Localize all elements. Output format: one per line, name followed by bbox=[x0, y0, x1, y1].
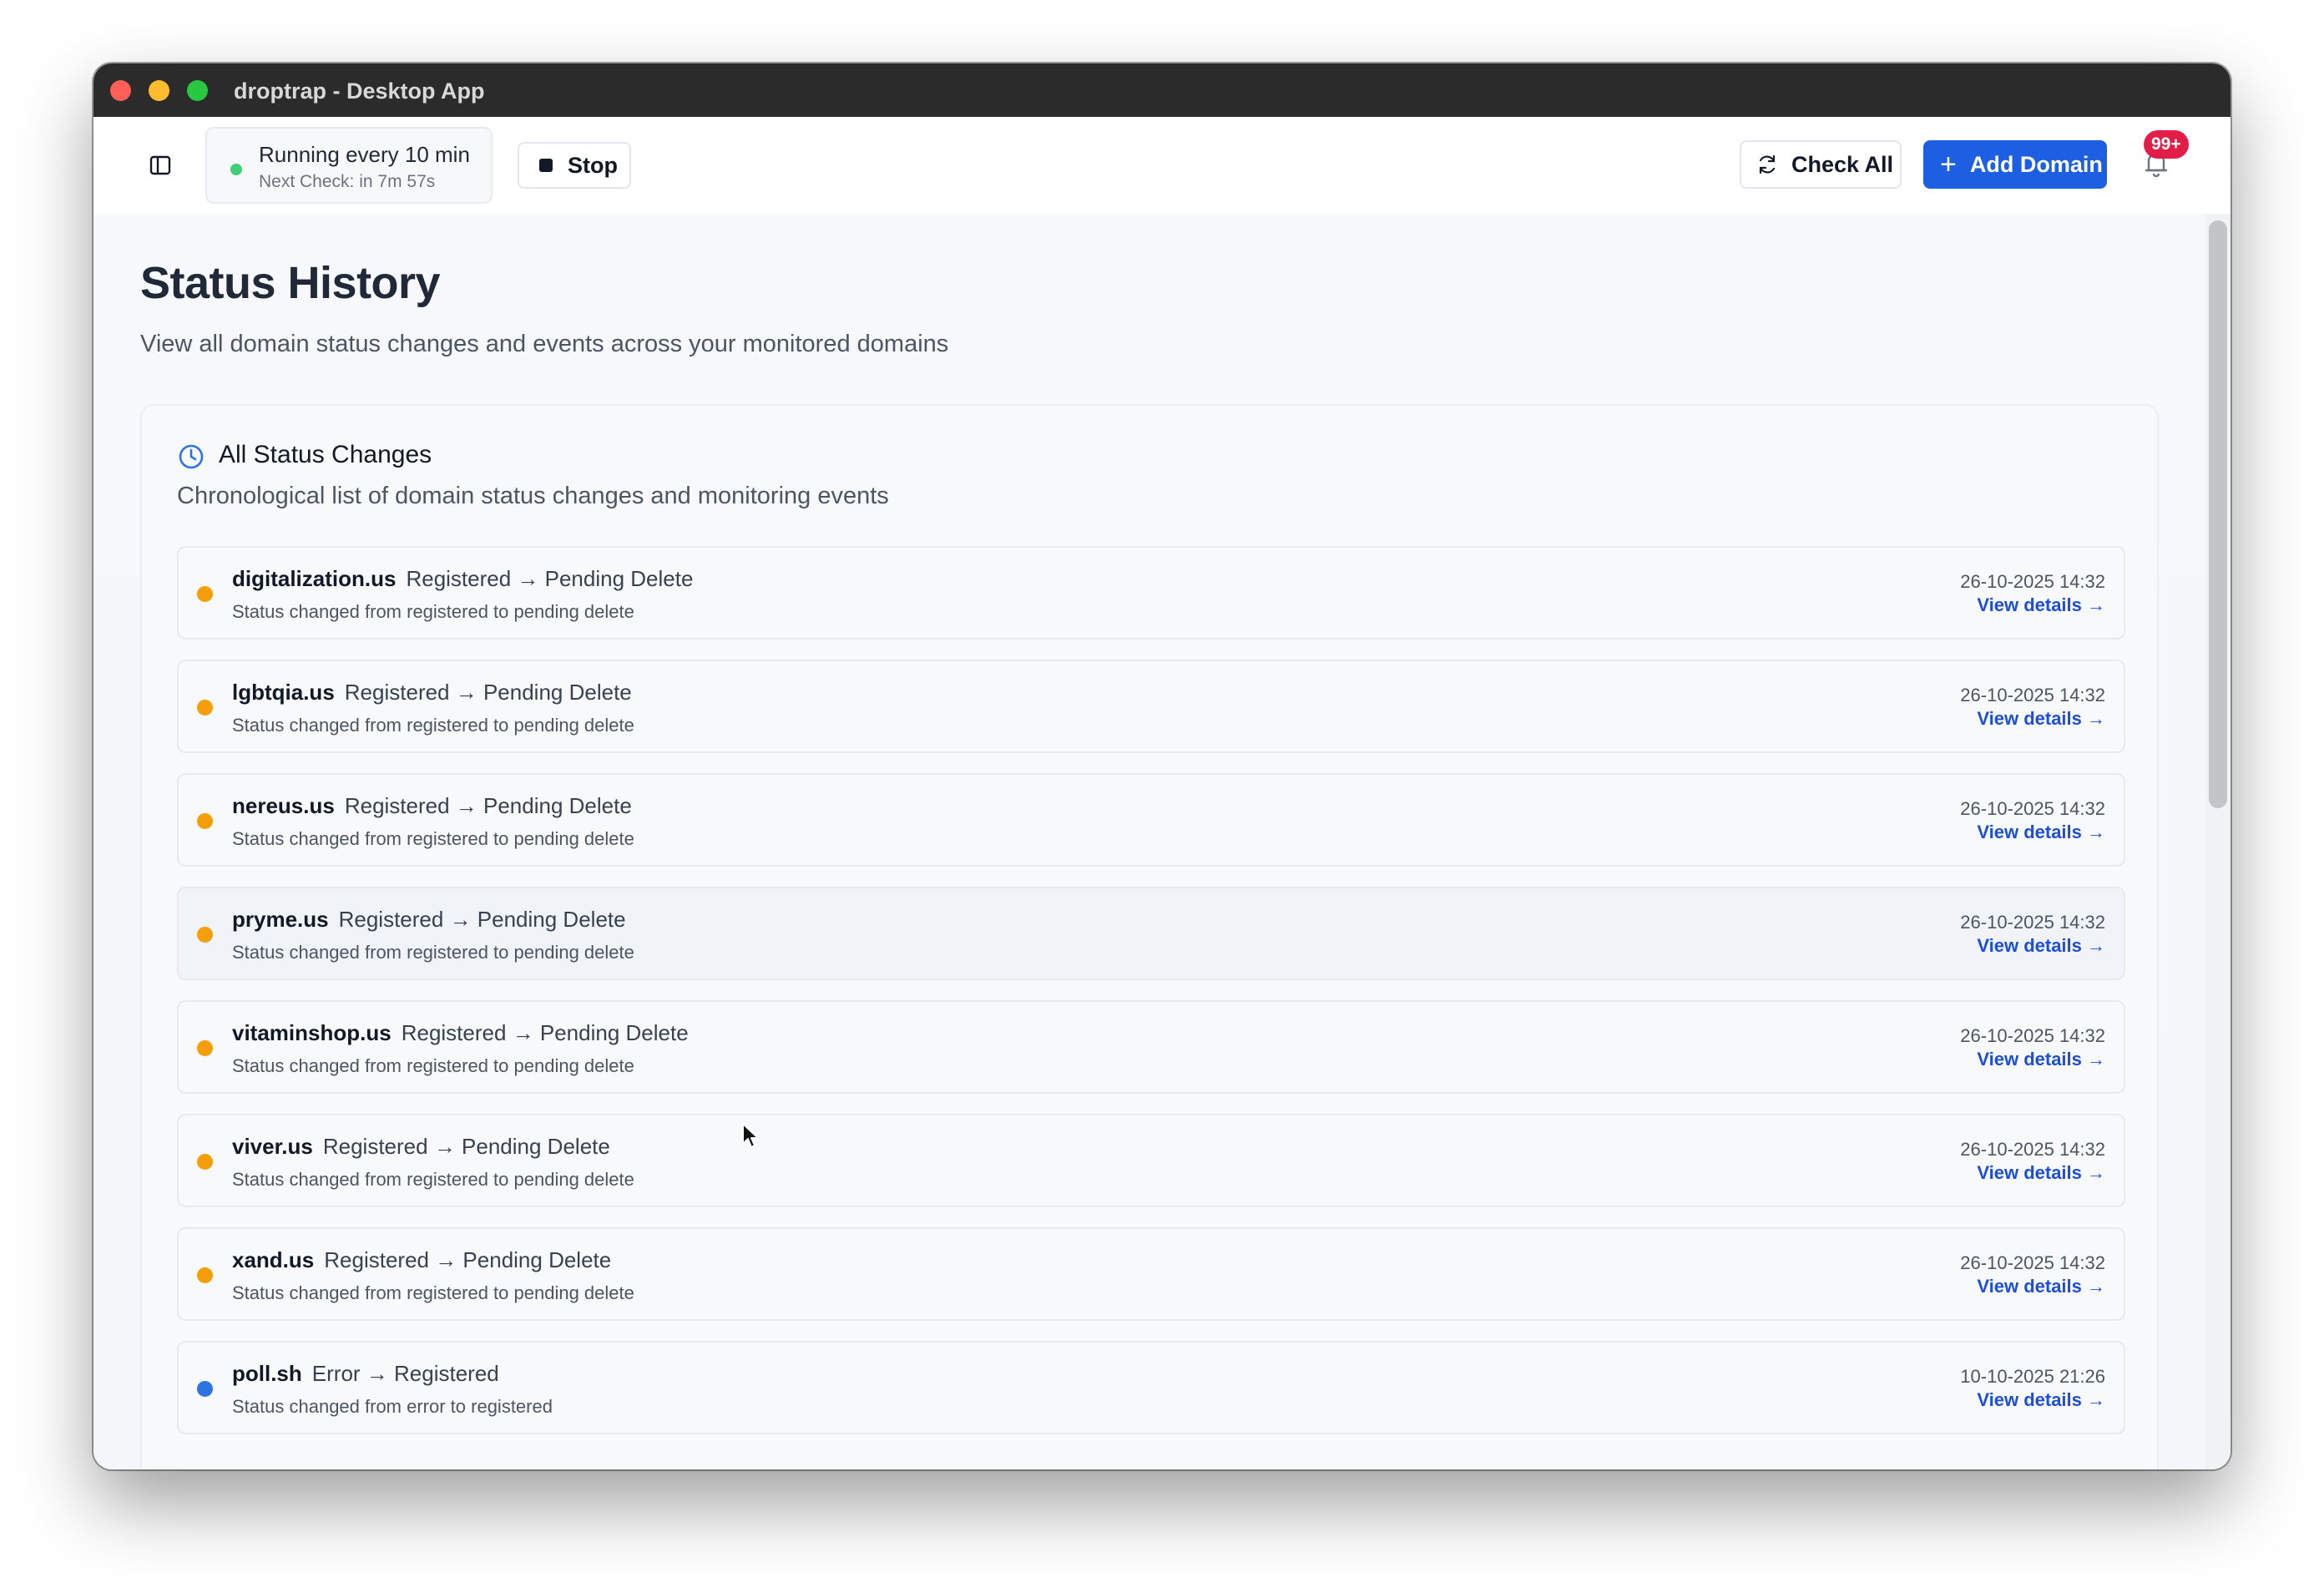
event-domain: pryme.us bbox=[232, 907, 329, 932]
event-timestamp: 26-10-2025 14:32 bbox=[1960, 571, 2105, 592]
event-heading: lgbtqia.us Registered → Pending Delete bbox=[232, 680, 632, 705]
event-timestamp: 26-10-2025 14:32 bbox=[1960, 1139, 2105, 1160]
event-heading: vitaminshop.us Registered → Pending Delet… bbox=[232, 1020, 689, 1046]
plus-icon: + bbox=[1940, 149, 1957, 180]
mouse-cursor-icon bbox=[742, 1123, 759, 1148]
minimize-window-button[interactable] bbox=[149, 80, 169, 101]
event-description: Status changed from registered to pendin… bbox=[232, 715, 634, 736]
status-event-row[interactable]: digitalization.us Registered → Pending De… bbox=[177, 546, 2125, 640]
status-dot-icon bbox=[197, 1381, 213, 1397]
event-domain: lgbtqia.us bbox=[232, 680, 335, 705]
event-description: Status changed from error to registered bbox=[232, 1396, 553, 1417]
event-timestamp: 26-10-2025 14:32 bbox=[1960, 1025, 2105, 1046]
check-all-label: Check All bbox=[1791, 151, 1894, 177]
event-heading: xand.us Registered → Pending Delete bbox=[232, 1247, 611, 1273]
page-subtitle: View all domain status changes and event… bbox=[140, 331, 949, 357]
event-status-change: Registered → Pending Delete bbox=[344, 680, 632, 705]
stop-icon bbox=[539, 159, 553, 172]
event-heading: poll.sh Error → Registered bbox=[232, 1361, 499, 1387]
view-details-link[interactable]: View details → bbox=[1977, 1276, 2105, 1297]
event-timestamp: 26-10-2025 14:32 bbox=[1960, 685, 2105, 705]
event-timestamp: 26-10-2025 14:32 bbox=[1960, 1252, 2105, 1273]
status-dot-icon bbox=[197, 586, 213, 602]
event-status-change: Error → Registered bbox=[311, 1361, 499, 1386]
event-heading: viver.us Registered → Pending Delete bbox=[232, 1134, 610, 1160]
stop-button[interactable]: Stop bbox=[518, 142, 631, 189]
view-details-link[interactable]: View details → bbox=[1977, 822, 2105, 843]
event-status-change: Registered → Pending Delete bbox=[406, 566, 694, 591]
event-timestamp: 26-10-2025 14:32 bbox=[1960, 798, 2105, 819]
event-status-change: Registered → Pending Delete bbox=[322, 1134, 610, 1159]
check-all-button[interactable]: Check All bbox=[1740, 140, 1902, 189]
event-domain: xand.us bbox=[232, 1247, 315, 1272]
event-status-change: Registered → Pending Delete bbox=[344, 793, 632, 818]
card-title: All Status Changes bbox=[219, 441, 432, 468]
window-title: droptrap - Desktop App bbox=[234, 78, 485, 104]
stop-label: Stop bbox=[568, 152, 618, 178]
status-event-row[interactable]: poll.sh Error → Registered Status changed … bbox=[177, 1341, 2125, 1434]
status-event-row[interactable]: viver.us Registered → Pending Delete Statu… bbox=[177, 1114, 2125, 1207]
event-heading: pryme.us Registered → Pending Delete bbox=[232, 907, 626, 933]
event-heading: digitalization.us Registered → Pending De… bbox=[232, 566, 693, 592]
status-dot-icon bbox=[197, 1267, 213, 1283]
view-details-link[interactable]: View details → bbox=[1977, 1162, 2105, 1184]
view-details-link[interactable]: View details → bbox=[1977, 1389, 2105, 1411]
event-timestamp: 26-10-2025 14:32 bbox=[1960, 912, 2105, 933]
card-subtitle: Chronological list of domain status chan… bbox=[177, 483, 889, 509]
event-description: Status changed from registered to pendin… bbox=[232, 828, 634, 849]
status-event-row[interactable]: vitaminshop.us Registered → Pending Delet… bbox=[177, 1000, 2125, 1094]
refresh-icon bbox=[1759, 154, 1776, 174]
sidebar-icon bbox=[149, 155, 171, 175]
close-window-button[interactable] bbox=[110, 80, 131, 101]
event-heading: nereus.us Registered → Pending Delete bbox=[232, 793, 632, 819]
status-event-row[interactable]: xand.us Registered → Pending Delete Status… bbox=[177, 1227, 2125, 1321]
event-description: Status changed from registered to pendin… bbox=[232, 1282, 634, 1303]
event-description: Status changed from registered to pendin… bbox=[232, 1169, 634, 1190]
next-check-countdown: Next Check: in 7m 57s bbox=[259, 172, 436, 191]
scrollbar-thumb[interactable] bbox=[2209, 220, 2227, 808]
running-indicator bbox=[230, 164, 242, 175]
event-status-change: Registered → Pending Delete bbox=[324, 1247, 612, 1272]
zoom-window-button[interactable] bbox=[187, 80, 208, 101]
event-description: Status changed from registered to pendin… bbox=[232, 1055, 634, 1076]
status-event-row[interactable]: pryme.us Registered → Pending Delete Statu… bbox=[177, 887, 2125, 980]
status-dot-icon bbox=[197, 927, 213, 943]
add-domain-label: Add Domain bbox=[1969, 151, 2103, 177]
clock-icon bbox=[179, 444, 204, 469]
status-event-list: digitalization.us Registered → Pending De… bbox=[177, 546, 2125, 1454]
scheduler-status-title: Running every 10 min bbox=[259, 142, 470, 167]
event-domain: nereus.us bbox=[232, 793, 335, 818]
status-dot-icon bbox=[197, 1040, 213, 1056]
status-dot-icon bbox=[197, 700, 213, 716]
top-toolbar: Running every 10 min Next Check: in 7m 5… bbox=[93, 117, 2231, 215]
title-bar: droptrap - Desktop App bbox=[93, 63, 2231, 117]
view-details-link[interactable]: View details → bbox=[1977, 1049, 2105, 1070]
status-dot-icon bbox=[197, 1154, 213, 1170]
view-details-link[interactable]: View details → bbox=[1977, 708, 2105, 730]
event-status-change: Registered → Pending Delete bbox=[401, 1020, 689, 1045]
notification-count-badge: 99+ bbox=[2144, 130, 2189, 159]
main-content: Status History View all domain status ch… bbox=[93, 214, 2231, 1469]
status-changes-card: All Status Changes Chronological list of… bbox=[140, 404, 2159, 1469]
event-description: Status changed from registered to pendin… bbox=[232, 942, 634, 963]
sidebar-toggle-button[interactable] bbox=[144, 149, 177, 182]
event-domain: vitaminshop.us bbox=[232, 1020, 392, 1045]
status-dot-icon bbox=[197, 813, 213, 829]
scrollbar[interactable] bbox=[2205, 214, 2231, 1469]
scheduler-status: Running every 10 min Next Check: in 7m 5… bbox=[205, 127, 493, 204]
status-event-row[interactable]: nereus.us Registered → Pending Delete Stat… bbox=[177, 773, 2125, 867]
app-window: droptrap - Desktop App Running every 10 … bbox=[93, 63, 2231, 1469]
event-status-change: Registered → Pending Delete bbox=[338, 907, 626, 932]
event-domain: digitalization.us bbox=[232, 566, 397, 591]
event-domain: viver.us bbox=[232, 1134, 313, 1159]
event-description: Status changed from registered to pendin… bbox=[232, 601, 634, 622]
add-domain-button[interactable]: + Add Domain bbox=[1923, 140, 2107, 189]
event-timestamp: 10-10-2025 21:26 bbox=[1960, 1366, 2105, 1387]
view-details-link[interactable]: View details → bbox=[1977, 594, 2105, 616]
status-event-row[interactable]: lgbtqia.us Registered → Pending Delete Sta… bbox=[177, 660, 2125, 753]
view-details-link[interactable]: View details → bbox=[1977, 935, 2105, 957]
event-domain: poll.sh bbox=[232, 1361, 302, 1386]
page-title: Status History bbox=[140, 258, 441, 308]
